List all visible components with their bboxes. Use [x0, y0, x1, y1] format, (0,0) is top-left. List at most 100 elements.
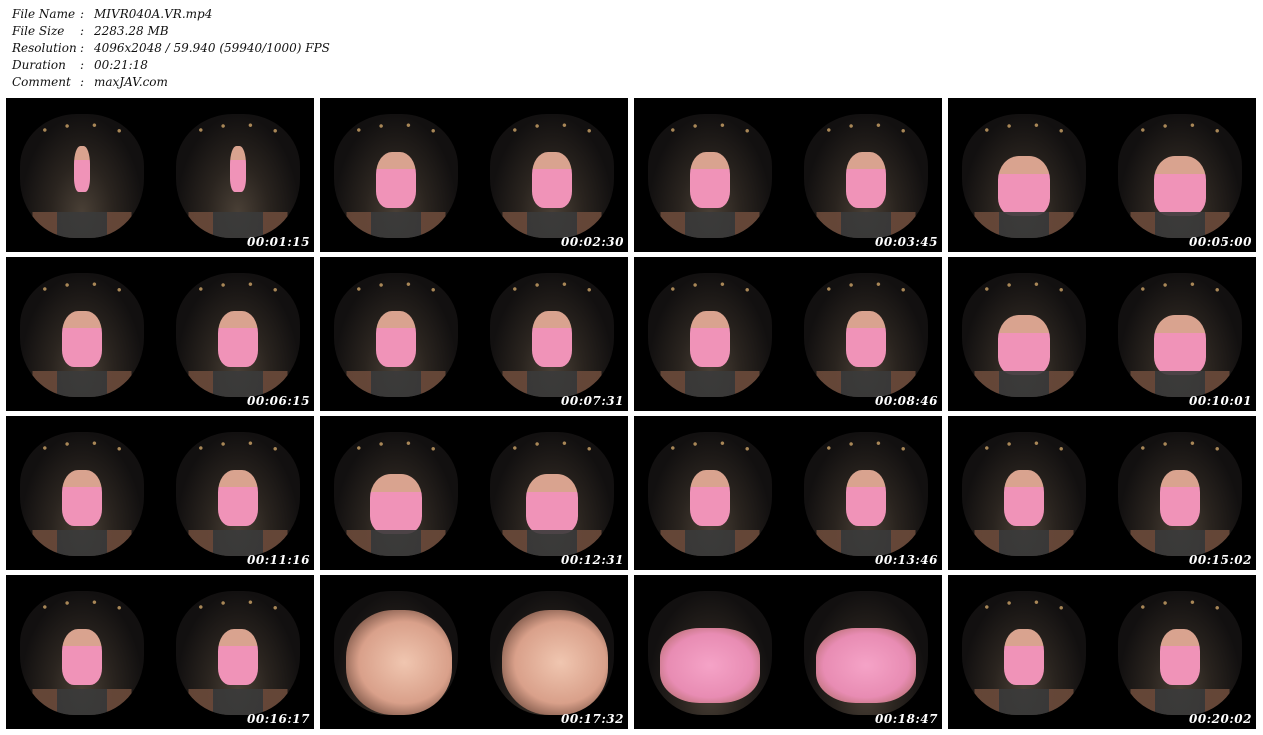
ceiling-lights — [334, 273, 458, 313]
info-row-file-name: File Name : MIVR040A.VR.mp4 — [12, 6, 330, 23]
ceiling-lights — [176, 591, 300, 631]
ceiling-lights — [804, 432, 928, 472]
vr-right-eye-frame — [804, 114, 928, 238]
ceiling-lights — [490, 273, 614, 313]
vr-left-eye-frame — [20, 432, 144, 556]
figure — [62, 629, 102, 685]
ceiling-lights — [1118, 591, 1242, 631]
vr-left-eye-frame — [962, 591, 1086, 715]
contact-sheet: File Name : MIVR040A.VR.mp4 File Size : … — [0, 0, 1263, 735]
ceiling-lights — [20, 273, 144, 313]
vr-left-eye-frame — [962, 273, 1086, 397]
thumbnail[interactable]: 00:01:15 — [6, 98, 314, 252]
figure — [74, 146, 90, 192]
timestamp-label: 00:11:16 — [247, 553, 310, 567]
thumbnail[interactable]: 00:20:02 — [948, 575, 1256, 729]
closeup-face — [346, 609, 452, 715]
vr-right-eye-frame — [176, 273, 300, 397]
info-value: MIVR040A.VR.mp4 — [94, 7, 213, 21]
vr-right-eye-frame — [176, 432, 300, 556]
timestamp-label: 00:18:47 — [875, 712, 938, 726]
timestamp-label: 00:08:46 — [875, 394, 938, 408]
vr-left-eye-frame — [20, 591, 144, 715]
figure — [62, 470, 102, 526]
timestamp-label: 00:17:32 — [561, 712, 624, 726]
figure — [1160, 629, 1200, 685]
file-info: File Name : MIVR040A.VR.mp4 File Size : … — [12, 6, 330, 91]
ceiling-lights — [490, 114, 614, 154]
thumbnail[interactable]: 00:12:31 — [320, 416, 628, 570]
info-row-file-size: File Size : 2283.28 MB — [12, 23, 330, 40]
vr-left-eye-frame — [20, 273, 144, 397]
thumbnail[interactable]: 00:16:17 — [6, 575, 314, 729]
foreground-legs — [334, 371, 458, 397]
ceiling-lights — [804, 114, 928, 154]
foreground-legs — [648, 371, 772, 397]
timestamp-label: 00:10:01 — [1189, 394, 1252, 408]
figure — [998, 156, 1050, 216]
timestamp-label: 00:16:17 — [247, 712, 310, 726]
vr-right-eye-frame — [490, 591, 614, 715]
ceiling-lights — [490, 432, 614, 472]
vr-left-eye-frame — [648, 432, 772, 556]
figure — [1154, 315, 1206, 375]
info-value: 00:21:18 — [94, 58, 148, 72]
figure — [376, 311, 416, 367]
thumbnail[interactable]: 00:06:15 — [6, 257, 314, 411]
info-value: maxJAV.com — [94, 75, 168, 89]
vr-left-eye-frame — [648, 114, 772, 238]
vr-right-eye-frame — [176, 591, 300, 715]
vr-left-eye-frame — [20, 114, 144, 238]
thumbnail[interactable]: 00:13:46 — [634, 416, 942, 570]
figure — [690, 470, 730, 526]
vr-right-eye-frame — [804, 432, 928, 556]
vr-left-eye-frame — [334, 432, 458, 556]
thumbnail[interactable]: 00:03:45 — [634, 98, 942, 252]
thumbnail[interactable]: 00:15:02 — [948, 416, 1256, 570]
foreground-legs — [962, 530, 1086, 556]
vr-left-eye-frame — [648, 273, 772, 397]
timestamp-label: 00:02:30 — [561, 235, 624, 249]
thumbnail[interactable]: 00:11:16 — [6, 416, 314, 570]
vr-left-eye-frame — [334, 591, 458, 715]
thumbnail[interactable]: 00:07:31 — [320, 257, 628, 411]
ceiling-lights — [648, 114, 772, 154]
ceiling-lights — [334, 114, 458, 154]
figure — [846, 152, 886, 208]
vr-right-eye-frame — [1118, 114, 1242, 238]
thumbnail[interactable]: 00:02:30 — [320, 98, 628, 252]
timestamp-label: 00:06:15 — [247, 394, 310, 408]
info-value: 4096x2048 / 59.940 (59940/1000) FPS — [94, 41, 330, 55]
figure — [998, 315, 1050, 375]
figure — [1004, 629, 1044, 685]
figure — [230, 146, 246, 192]
figure — [690, 311, 730, 367]
thumbnail[interactable]: 00:17:32 — [320, 575, 628, 729]
thumbnail[interactable]: 00:18:47 — [634, 575, 942, 729]
vr-right-eye-frame — [490, 273, 614, 397]
info-separator: : — [80, 75, 85, 89]
ceiling-lights — [176, 432, 300, 472]
vr-right-eye-frame — [176, 114, 300, 238]
info-label: Duration — [12, 58, 66, 72]
ceiling-lights — [648, 273, 772, 313]
thumbnail[interactable]: 00:05:00 — [948, 98, 1256, 252]
info-label: File Name — [12, 7, 76, 21]
thumbnail[interactable]: 00:08:46 — [634, 257, 942, 411]
info-label: Resolution — [12, 41, 77, 55]
timestamp-label: 00:07:31 — [561, 394, 624, 408]
info-label: Comment — [12, 75, 71, 89]
vr-right-eye-frame — [804, 591, 928, 715]
figure — [690, 152, 730, 208]
vr-left-eye-frame — [962, 114, 1086, 238]
thumbnail[interactable]: 00:10:01 — [948, 257, 1256, 411]
figure — [532, 152, 572, 208]
timestamp-label: 00:12:31 — [561, 553, 624, 567]
ceiling-lights — [962, 591, 1086, 631]
ceiling-lights — [962, 432, 1086, 472]
timestamp-label: 00:15:02 — [1189, 553, 1252, 567]
ceiling-lights — [962, 273, 1086, 313]
figure — [1004, 470, 1044, 526]
figure — [532, 311, 572, 367]
thumbnail-grid: 00:01:15 00:02:30 00:03:45 00:05:00 00:06:15… — [6, 98, 1258, 729]
